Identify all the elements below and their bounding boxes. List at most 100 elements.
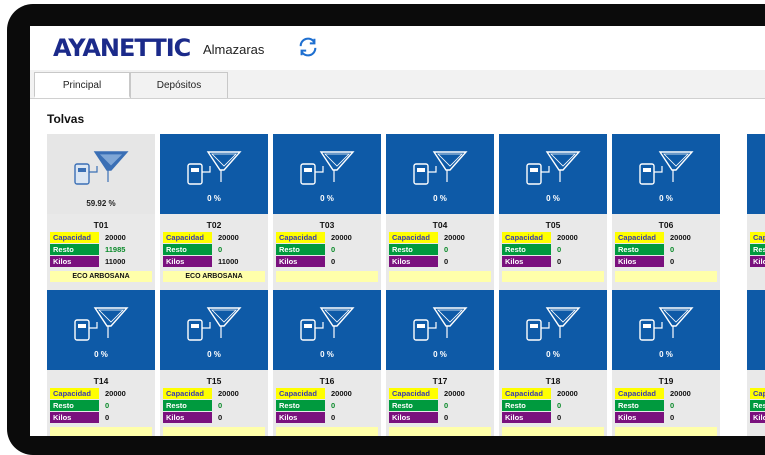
label-resto: Rest [750,400,765,411]
fill-percentage: 0 % [320,194,334,203]
label-kilos: Kilo [750,412,765,423]
tolva-card-t16[interactable]: 0 % T16 Capacidad 20000 Resto 0 Kilos 0 [273,290,381,436]
label-kilos: Kilos [163,256,212,267]
tolva-card-t03[interactable]: 0 % T03 Capacidad 20000 Resto 0 Kilos 0 [273,134,381,308]
tolva-name: T03 [319,220,335,230]
label-kilos: Kilo [750,256,765,267]
hopper-icon [639,151,694,185]
app-name: Almazaras [203,42,265,57]
tolva-name: T06 [658,220,674,230]
label-resto: Resto [615,400,664,411]
tolva-card-partial[interactable]: Cap Rest Kilo [747,134,765,308]
tolva-name: T18 [545,376,561,386]
value-kilos: 0 [444,413,449,422]
row-kilos: Kilos 0 [276,412,378,423]
hopper-icon [187,307,242,341]
label-resto: Resto [163,244,212,255]
label-kilos: Kilos [389,256,438,267]
value-resto: 0 [557,245,562,254]
value-resto: 0 [331,245,336,254]
tolva-card-t15[interactable]: 0 % T15 Capacidad 20000 Resto 0 Kilos 0 [160,290,268,436]
row-kilos: Kilos 11000 [163,256,265,267]
value-capacidad: 20000 [557,233,578,242]
tolva-name: T15 [206,376,222,386]
card-top [747,290,765,370]
row-resto: Resto 0 [615,400,717,411]
card-top: 59.92 % [47,134,155,214]
label-capacidad: Capacidad [502,388,551,399]
row-kilos: Kilos 0 [163,412,265,423]
tolva-card-t17[interactable]: 0 % T17 Capacidad 20000 Resto 0 Kilos 0 [386,290,494,436]
value-resto: 0 [331,401,336,410]
origin-label [615,427,717,436]
value-resto: 0 [557,401,562,410]
tolva-card-partial[interactable]: Cap Rest Kilo [747,290,765,436]
tolva-card-t04[interactable]: 0 % T04 Capacidad 20000 Resto 0 Kilos 0 [386,134,494,308]
label-resto: Resto [502,400,551,411]
label-kilos: Kilos [163,412,212,423]
row-kilos: Kilos 0 [276,256,378,267]
origin-label [50,427,152,436]
row-kilos: Kilo [750,256,765,267]
label-kilos: Kilos [276,256,325,267]
value-kilos: 0 [670,257,675,266]
label-kilos: Kilos [615,412,664,423]
tab-principal[interactable]: Principal [34,72,130,98]
value-resto: 0 [218,401,223,410]
fill-percentage: 0 % [207,350,221,359]
card-top: 0 % [386,290,494,370]
tolva-card-t18[interactable]: 0 % T18 Capacidad 20000 Resto 0 Kilos 0 [499,290,607,436]
label-resto: Resto [389,400,438,411]
value-capacidad: 20000 [218,389,239,398]
hopper-icon [639,307,694,341]
origin-label [389,271,491,282]
fill-percentage: 0 % [94,350,108,359]
label-capacidad: Capacidad [276,388,325,399]
tolva-card-t19[interactable]: 0 % T19 Capacidad 20000 Resto 0 Kilos 0 [612,290,720,436]
tolva-card-t05[interactable]: 0 % T05 Capacidad 20000 Resto 0 Kilos 0 [499,134,607,308]
tolva-card-t02[interactable]: 0 % T02 Capacidad 20000 Resto 0 Kilos 11000 ECO … [160,134,268,308]
value-capacidad: 20000 [218,233,239,242]
label-kilos: Kilos [276,412,325,423]
refresh-icon[interactable] [297,36,319,58]
row-capacidad: Cap [750,232,765,243]
hopper-icon [300,307,355,341]
row-kilos: Kilos 0 [389,412,491,423]
value-kilos: 11000 [218,257,239,266]
card-top: 0 % [499,290,607,370]
fill-percentage: 0 % [659,194,673,203]
row-kilos: Kilos 0 [615,412,717,423]
row-kilos: Kilos 0 [615,256,717,267]
tolva-card-t14[interactable]: 0 % T14 Capacidad 20000 Resto 0 Kilos 0 [47,290,155,436]
value-capacidad: 20000 [105,233,126,242]
origin-label: ECO ARBOSANA [50,271,152,282]
label-capacidad: Capacidad [615,388,664,399]
row-kilos: Kilos 0 [502,256,604,267]
tolva-name: T19 [658,376,674,386]
row-resto: Resto 11985 [50,244,152,255]
card-top: 0 % [160,290,268,370]
card-top: 0 % [160,134,268,214]
tab-depositos[interactable]: Depósitos [130,72,228,98]
row-resto: Resto 0 [50,400,152,411]
row-resto: Resto 0 [502,244,604,255]
value-resto: 0 [444,401,449,410]
label-resto: Resto [615,244,664,255]
tolva-card-t01[interactable]: 59.92 % T01 Capacidad 20000 Resto 11985 Kilos 1… [47,134,155,308]
label-capacidad: Cap [750,232,765,243]
hopper-icon [74,151,129,185]
row-resto: Resto 0 [502,400,604,411]
label-kilos: Kilos [389,412,438,423]
row-capacidad: Capacidad 20000 [276,232,378,243]
value-capacidad: 20000 [444,233,465,242]
row-resto: Resto 0 [615,244,717,255]
row-resto: Rest [750,244,765,255]
tolva-name: T05 [545,220,561,230]
fill-percentage: 0 % [433,194,447,203]
fill-percentage: 0 % [546,194,560,203]
row-capacidad: Capacidad 20000 [615,232,717,243]
row-capacidad: Capacidad 20000 [389,388,491,399]
tolva-card-t06[interactable]: 0 % T06 Capacidad 20000 Resto 0 Kilos 0 [612,134,720,308]
origin-label [389,427,491,436]
row-capacidad: Capacidad 20000 [389,232,491,243]
